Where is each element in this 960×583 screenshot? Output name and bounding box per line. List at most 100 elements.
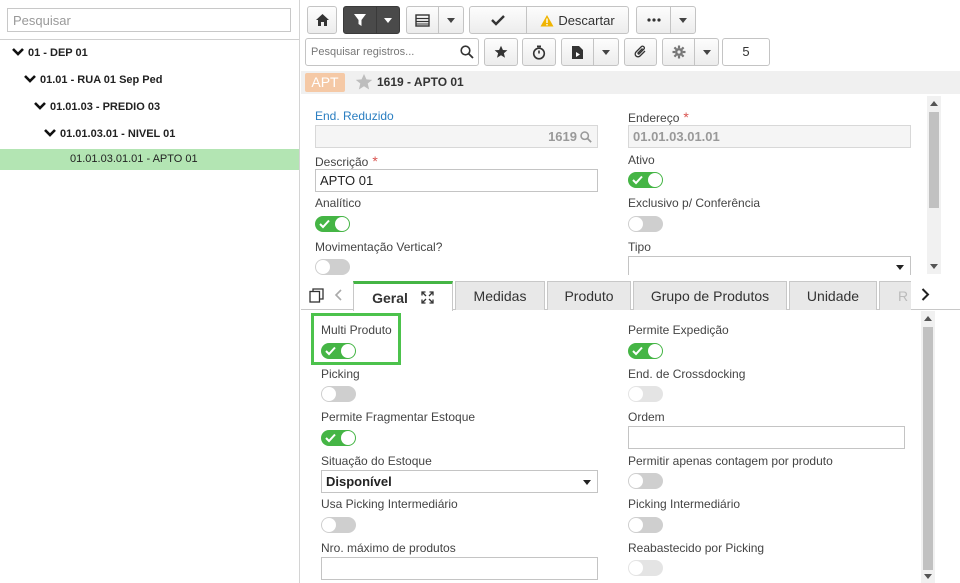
toggle-knob	[629, 474, 643, 488]
toggle-knob	[648, 344, 662, 358]
settings-button[interactable]	[662, 38, 695, 66]
more-dropdown-button[interactable]	[670, 6, 696, 34]
multi-produto-toggle[interactable]	[321, 343, 356, 359]
reabastecido-picking-toggle[interactable]	[628, 560, 663, 576]
chevron-down-icon[interactable]	[34, 101, 46, 111]
chevron-down-icon[interactable]	[24, 74, 36, 84]
scroll-up-icon[interactable]	[924, 316, 932, 321]
filter-button[interactable]	[343, 6, 377, 34]
end-reduzido-field[interactable]: 1619	[315, 125, 598, 148]
tree-search-input[interactable]	[7, 8, 291, 32]
page-number-indicator[interactable]: 5	[722, 38, 770, 66]
picking-toggle[interactable]	[321, 386, 356, 402]
lower-scrollbar[interactable]	[921, 311, 935, 583]
permite-expedicao-toggle[interactable]	[628, 343, 663, 359]
situacao-estoque-select[interactable]: Disponível	[321, 470, 598, 493]
scroll-down-icon[interactable]	[930, 264, 938, 269]
tree-search-bar	[0, 0, 299, 40]
analitico-toggle[interactable]	[315, 216, 350, 232]
check-icon	[325, 346, 336, 356]
discard-button[interactable]: Descartar	[526, 6, 629, 34]
home-icon	[315, 14, 329, 26]
expand-icon[interactable]	[421, 291, 434, 304]
tab-produto[interactable]: Produto	[547, 281, 631, 310]
scroll-down-icon[interactable]	[924, 574, 932, 579]
ativo-toggle[interactable]	[628, 172, 663, 188]
required-asterisk: *	[372, 153, 378, 169]
toggle-knob	[341, 344, 355, 358]
caret-down-icon	[602, 49, 610, 55]
favorite-button[interactable]	[484, 38, 518, 66]
scroll-up-icon[interactable]	[930, 101, 938, 106]
record-search-input[interactable]	[306, 39, 456, 65]
tabs-bar: Geral Medidas Produto Grupo de Produtos …	[301, 277, 960, 311]
permitir-contagem-toggle[interactable]	[628, 473, 663, 489]
permitir-contagem-label: Permitir apenas contagem por produto	[628, 454, 833, 468]
search-icon[interactable]	[580, 131, 592, 143]
ordem-field[interactable]	[628, 426, 905, 449]
tab-geral[interactable]: Geral	[353, 281, 453, 311]
toggle-knob	[335, 217, 349, 231]
tipo-select[interactable]	[628, 256, 911, 275]
record-type-badge: APT	[305, 73, 345, 92]
caret-down-icon	[679, 17, 687, 23]
tab-medidas[interactable]: Medidas	[455, 281, 545, 310]
timer-button[interactable]	[522, 38, 556, 66]
search-icon[interactable]	[460, 45, 474, 59]
tree-node-rua01[interactable]: 01.01 - RUA 01 Sep Ped	[0, 70, 299, 91]
home-button[interactable]	[307, 6, 337, 34]
tree-node-nivel01[interactable]: 01.01.03.01 - NIVEL 01	[0, 124, 299, 145]
caret-down-icon	[702, 49, 711, 55]
mov-vertical-label: Movimentação Vertical?	[315, 240, 443, 254]
picking-label: Picking	[321, 367, 360, 381]
tab-unidade[interactable]: Unidade	[789, 281, 877, 310]
chevron-down-icon[interactable]	[12, 47, 24, 57]
exclusivo-toggle[interactable]	[628, 216, 663, 232]
upper-scrollbar[interactable]	[927, 96, 941, 274]
document-button[interactable]	[561, 38, 594, 66]
chevron-right-icon[interactable]	[921, 288, 930, 301]
required-asterisk: *	[683, 109, 689, 125]
chevron-down-icon[interactable]	[44, 128, 56, 138]
attachment-button[interactable]	[624, 38, 657, 66]
discard-label: Descartar	[558, 12, 615, 28]
usa-picking-intermediario-toggle[interactable]	[321, 517, 356, 533]
caret-down-icon	[384, 17, 392, 23]
tab-overflow[interactable]: R	[879, 281, 911, 310]
filter-dropdown-button[interactable]	[376, 6, 400, 34]
descricao-field[interactable]: APTO 01	[315, 169, 598, 192]
settings-dropdown-button[interactable]	[694, 38, 719, 66]
end-reduzido-value: 1619	[548, 129, 577, 144]
more-button[interactable]	[636, 6, 671, 34]
endereco-field[interactable]: 01.01.03.01.01	[628, 125, 911, 148]
tree-node-apto01[interactable]: 01.01.03.01.01 - APTO 01	[0, 149, 299, 170]
check-icon	[632, 346, 643, 356]
nro-max-produtos-field[interactable]	[321, 557, 598, 580]
check-icon	[632, 175, 643, 185]
check-icon	[325, 433, 336, 443]
document-dropdown-button[interactable]	[593, 38, 619, 66]
view-list-button[interactable]	[406, 6, 439, 34]
toggle-knob	[629, 518, 643, 532]
chevron-left-icon[interactable]	[334, 289, 342, 301]
paperclip-icon	[634, 45, 645, 58]
permite-fragmentar-toggle[interactable]	[321, 430, 356, 446]
picking-intermediario-toggle[interactable]	[628, 517, 663, 533]
tipo-label: Tipo	[628, 240, 651, 254]
record-header: APT 1619 - APTO 01	[301, 71, 960, 94]
check-icon	[319, 219, 330, 229]
tree-node-dep01[interactable]: 01 - DEP 01	[0, 43, 299, 64]
star-icon[interactable]	[355, 73, 373, 91]
tree-node-predio03[interactable]: 01.01.03 - PREDIO 03	[0, 97, 299, 118]
confirm-button[interactable]	[469, 6, 527, 34]
scrollbar-thumb[interactable]	[929, 112, 939, 208]
view-dropdown-button[interactable]	[438, 6, 464, 34]
tree-node-label: 01.01.03.01.01 - APTO 01	[70, 153, 198, 165]
end-crossdocking-label: End. de Crossdocking	[628, 367, 746, 381]
scrollbar-thumb[interactable]	[923, 327, 933, 570]
mov-vertical-toggle[interactable]	[315, 259, 350, 275]
tab-grupo-produtos[interactable]: Grupo de Produtos	[633, 281, 787, 310]
copy-icon[interactable]	[309, 288, 324, 303]
situacao-estoque-label: Situação do Estoque	[321, 454, 432, 468]
end-crossdocking-toggle[interactable]	[628, 386, 663, 402]
